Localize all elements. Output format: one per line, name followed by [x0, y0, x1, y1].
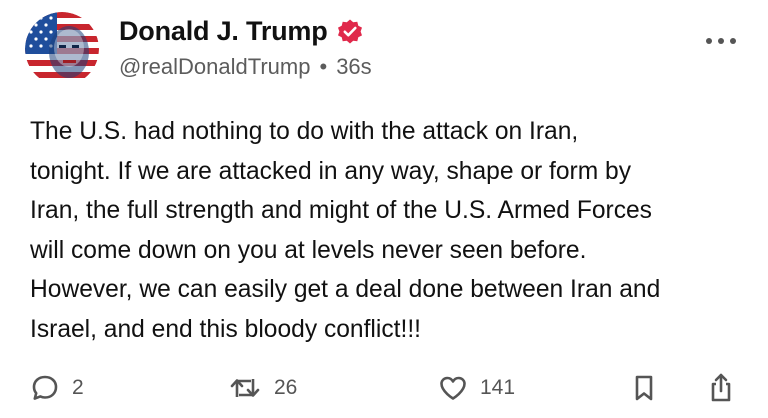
verified-badge-icon — [336, 18, 364, 46]
retruth-button[interactable]: 26 — [228, 366, 297, 410]
author-display-name[interactable]: Donald J. Trump — [119, 16, 328, 47]
more-dot — [706, 38, 712, 44]
bookmark-icon — [631, 373, 657, 403]
meta-separator: • — [319, 54, 328, 79]
more-options-icon[interactable] — [706, 34, 736, 48]
more-dot — [718, 38, 724, 44]
like-button[interactable]: 141 — [438, 366, 515, 410]
post-card: Donald J. Trump @realDonaldTrump • 36s T… — [0, 0, 768, 418]
share-icon — [706, 372, 736, 404]
share-button[interactable] — [706, 366, 736, 410]
author-handle[interactable]: @realDonaldTrump — [119, 54, 310, 80]
action-bar: 2 26 141 — [0, 366, 768, 410]
post-timestamp[interactable]: 36s — [336, 54, 371, 80]
avatar[interactable] — [25, 12, 99, 86]
reply-button[interactable]: 2 — [30, 366, 84, 410]
retruth-count: 26 — [274, 376, 298, 399]
like-count: 141 — [480, 376, 516, 399]
heart-icon — [438, 373, 468, 403]
retruth-icon — [228, 373, 262, 403]
post-body-text: The U.S. had nothing to do with the atta… — [30, 118, 661, 343]
bookmark-button[interactable] — [631, 366, 657, 410]
reply-count: 2 — [72, 376, 84, 399]
author-name-row: Donald J. Trump — [119, 16, 364, 47]
reply-icon — [30, 373, 60, 403]
author-meta-row: @realDonaldTrump • 36s — [119, 54, 372, 80]
more-dot — [730, 38, 736, 44]
